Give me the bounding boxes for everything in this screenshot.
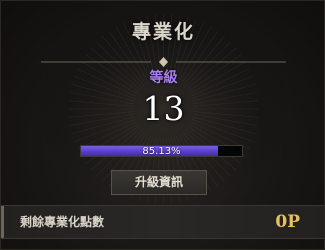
level-value: 13 <box>142 89 185 128</box>
upgrade-info-button[interactable]: 升級資訊 <box>111 170 207 195</box>
specialization-panel: 專業化 等級 13 85.13% 升級資訊 剩餘專業化點數 0P <box>0 0 325 250</box>
panel-title: 專業化 <box>131 21 195 43</box>
level-progress-bar: 85.13% <box>80 145 243 157</box>
remaining-points-value: 0P <box>275 212 300 232</box>
points-row-accent <box>1 206 4 238</box>
remaining-points-row: 剩餘專業化點數 0P <box>1 205 324 239</box>
progress-text: 85.13% <box>142 146 181 157</box>
level-label: 等級 <box>149 70 178 86</box>
remaining-points-label: 剩餘專業化點數 <box>20 215 105 229</box>
